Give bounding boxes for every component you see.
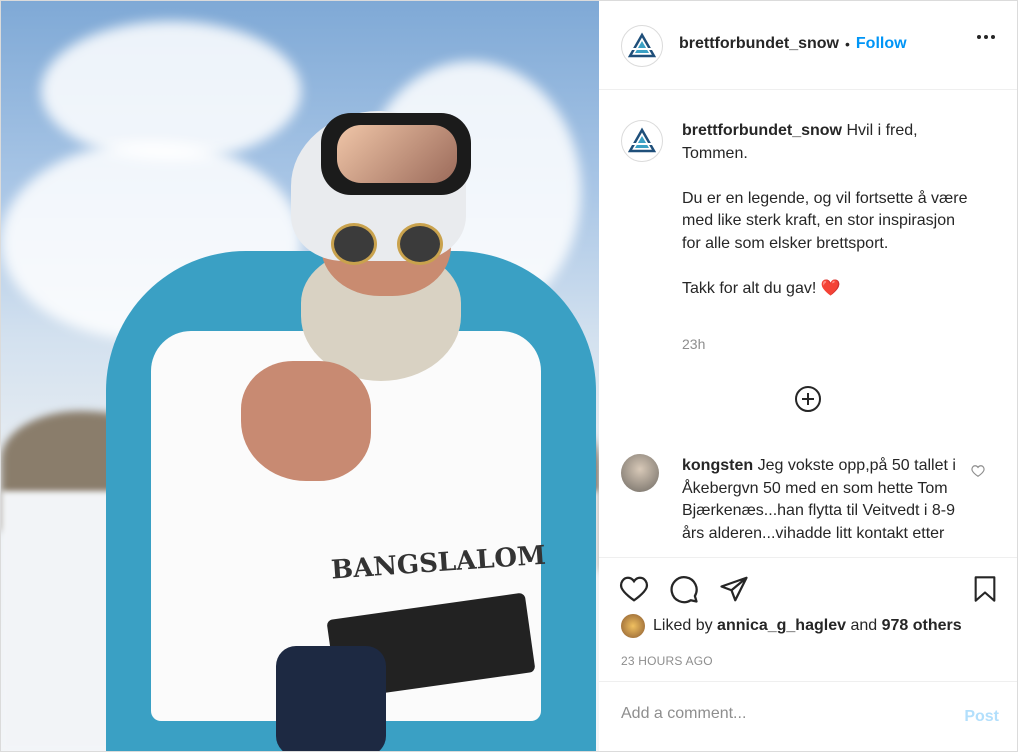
like-heart-icon[interactable] xyxy=(619,574,649,604)
sunglasses-lens xyxy=(397,223,443,265)
post-comment-button[interactable]: Post xyxy=(964,708,999,726)
save-bookmark-icon[interactable] xyxy=(971,574,999,604)
more-options-icon[interactable] xyxy=(977,35,995,39)
add-comment-bar: Post xyxy=(599,681,1017,752)
liked-by-prefix: Liked by xyxy=(653,617,713,634)
post-photo[interactable]: BANGSLALOM xyxy=(1,1,599,751)
brettforbundet-logo-icon xyxy=(628,32,656,58)
likes-others-count[interactable]: 978 others xyxy=(882,617,962,635)
post-timestamp[interactable]: 23 HOURS AGO xyxy=(621,654,713,668)
cloud xyxy=(41,21,301,161)
goggle-lens xyxy=(337,125,457,183)
glove xyxy=(276,646,386,751)
comment-like-heart-icon[interactable] xyxy=(971,464,985,478)
comment-avatar[interactable] xyxy=(621,454,659,492)
account-avatar[interactable] xyxy=(621,25,663,67)
header-title-row: brettforbundet_snow • Follow xyxy=(679,35,907,53)
liker-username[interactable]: annica_g_haglev xyxy=(717,617,846,635)
comment-bubble-icon[interactable] xyxy=(669,574,699,604)
share-paper-plane-icon[interactable] xyxy=(719,574,749,604)
comment-username[interactable]: kongsten xyxy=(682,457,753,474)
post-frame: BANGSLALOM brettforbundet_snow • Follow … xyxy=(0,0,1018,752)
comments-section: brettforbundet_snow Hvil i fred, Tommen.… xyxy=(599,90,1017,557)
likes-connector: and xyxy=(850,617,878,634)
caption-username[interactable]: brettforbundet_snow xyxy=(682,122,842,139)
shaka-hand xyxy=(241,361,371,481)
sunglasses-lens xyxy=(331,223,377,265)
caption-text: Hvil i fred, Tommen. Du er en legende, o… xyxy=(682,122,968,297)
post-sidebar: brettforbundet_snow • Follow brettforbun… xyxy=(599,1,1017,751)
add-comment-input[interactable] xyxy=(619,704,943,724)
post-actions: Liked by annica_g_haglev and 978 others … xyxy=(599,557,1017,678)
brettforbundet-logo-icon xyxy=(628,127,656,153)
caption-timestamp[interactable]: 23h xyxy=(682,336,705,352)
comment-item: kongsten Jeg vokste opp,på 50 tallet i Å… xyxy=(682,455,967,545)
header-username[interactable]: brettforbundet_snow xyxy=(679,35,839,53)
post-caption: brettforbundet_snow Hvil i fred, Tommen.… xyxy=(682,120,972,300)
load-more-comments-icon[interactable] xyxy=(795,386,821,412)
liker-avatar[interactable] xyxy=(621,614,645,638)
caption-avatar[interactable] xyxy=(621,120,663,162)
follow-button[interactable]: Follow xyxy=(856,35,907,53)
header-separator: • xyxy=(845,36,850,52)
post-header: brettforbundet_snow • Follow xyxy=(599,1,1017,90)
likes-summary: Liked by annica_g_haglev and 978 others xyxy=(621,614,962,638)
